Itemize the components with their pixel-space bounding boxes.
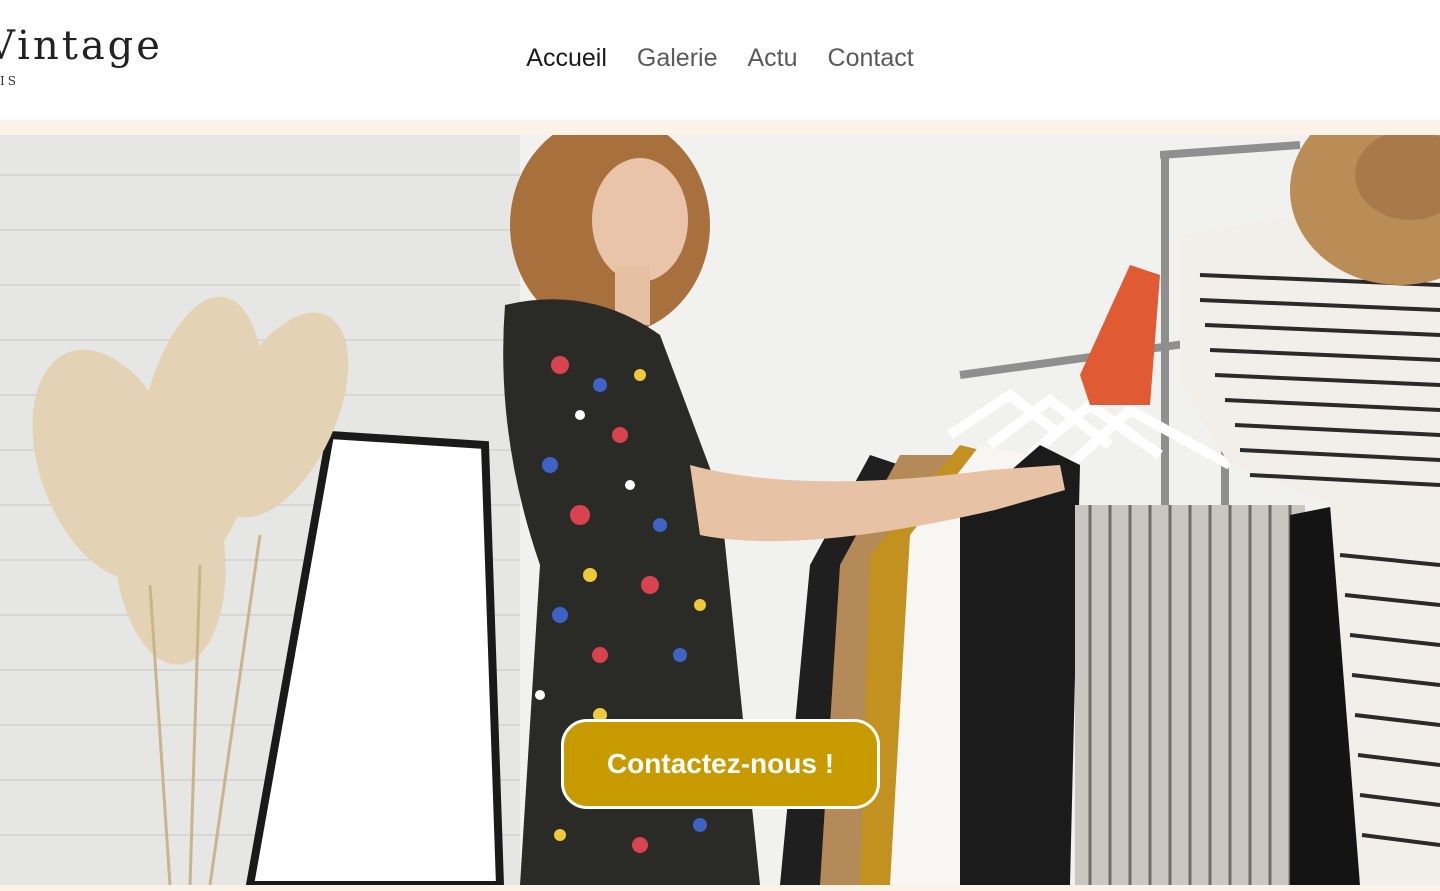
nav-item-galerie[interactable]: Galerie	[637, 44, 718, 73]
hero-banner: Contactez-nous !	[0, 135, 1440, 885]
brand-subtitle: IS	[0, 74, 19, 88]
main-nav: Accueil Galerie Actu Contact	[0, 44, 1440, 73]
site-header: Vintage IS Accueil Galerie Actu Contact	[0, 0, 1440, 120]
footer-divider-strip	[0, 885, 1440, 891]
header-divider-strip	[0, 120, 1440, 135]
nav-item-accueil[interactable]: Accueil	[526, 44, 607, 73]
contact-cta-button[interactable]: Contactez-nous !	[561, 719, 880, 809]
nav-item-contact[interactable]: Contact	[828, 44, 914, 73]
nav-item-actu[interactable]: Actu	[747, 44, 797, 73]
